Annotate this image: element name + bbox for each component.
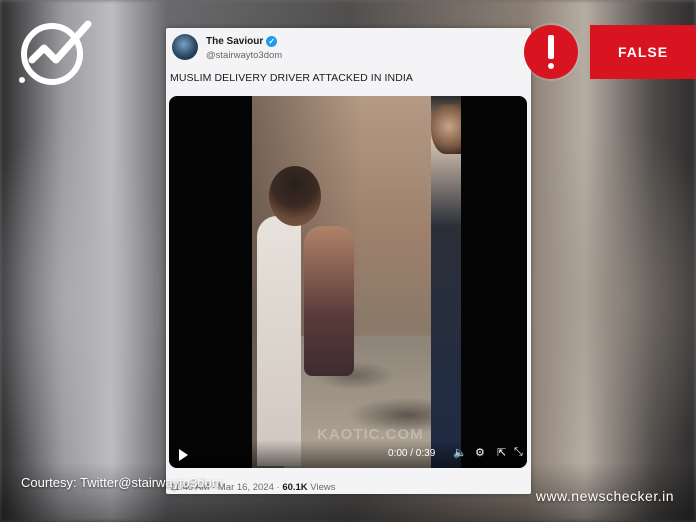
video-player[interactable]: KAOTIC.COM 0:00 / 0:39 🔈 ⚙ ⇱ ⤡ <box>169 96 527 468</box>
alert-icon <box>524 25 578 79</box>
video-time: 0:00 / 0:39 <box>388 448 436 459</box>
courtesy-caption: Courtesy: Twitter@stairwayto3dom <box>21 475 223 490</box>
video-scene-man <box>257 216 301 466</box>
volume-icon[interactable]: 🔈 <box>453 446 467 459</box>
tweet-card: The Saviour ✓ @stairwayto3dom MUSLIM DELI… <box>166 28 531 494</box>
avatar[interactable] <box>172 34 198 60</box>
user-name[interactable]: The Saviour ✓ <box>206 36 278 47</box>
video-scene-victim <box>304 226 354 376</box>
tweet-header: The Saviour ✓ @stairwayto3dom <box>172 34 512 64</box>
settings-icon[interactable]: ⚙ <box>475 446 485 459</box>
verdict-badge: FALSE <box>590 25 696 79</box>
video-controls: 0:00 / 0:39 🔈 ⚙ ⇱ ⤡ <box>169 440 527 468</box>
fullscreen-icon[interactable]: ⤡ <box>514 446 523 459</box>
verified-badge-icon: ✓ <box>266 36 278 47</box>
video-scene-right-head <box>431 104 461 154</box>
tweet-text: MUSLIM DELIVERY DRIVER ATTACKED IN INDIA <box>170 72 414 84</box>
play-icon[interactable] <box>179 449 188 461</box>
share-icon[interactable]: ⇱ <box>497 446 506 459</box>
newschecker-logo-icon <box>19 20 92 85</box>
video-scene-man-head <box>269 166 321 226</box>
site-url: www.newschecker.in <box>535 488 674 504</box>
user-handle[interactable]: @stairwayto3dom <box>206 50 282 61</box>
